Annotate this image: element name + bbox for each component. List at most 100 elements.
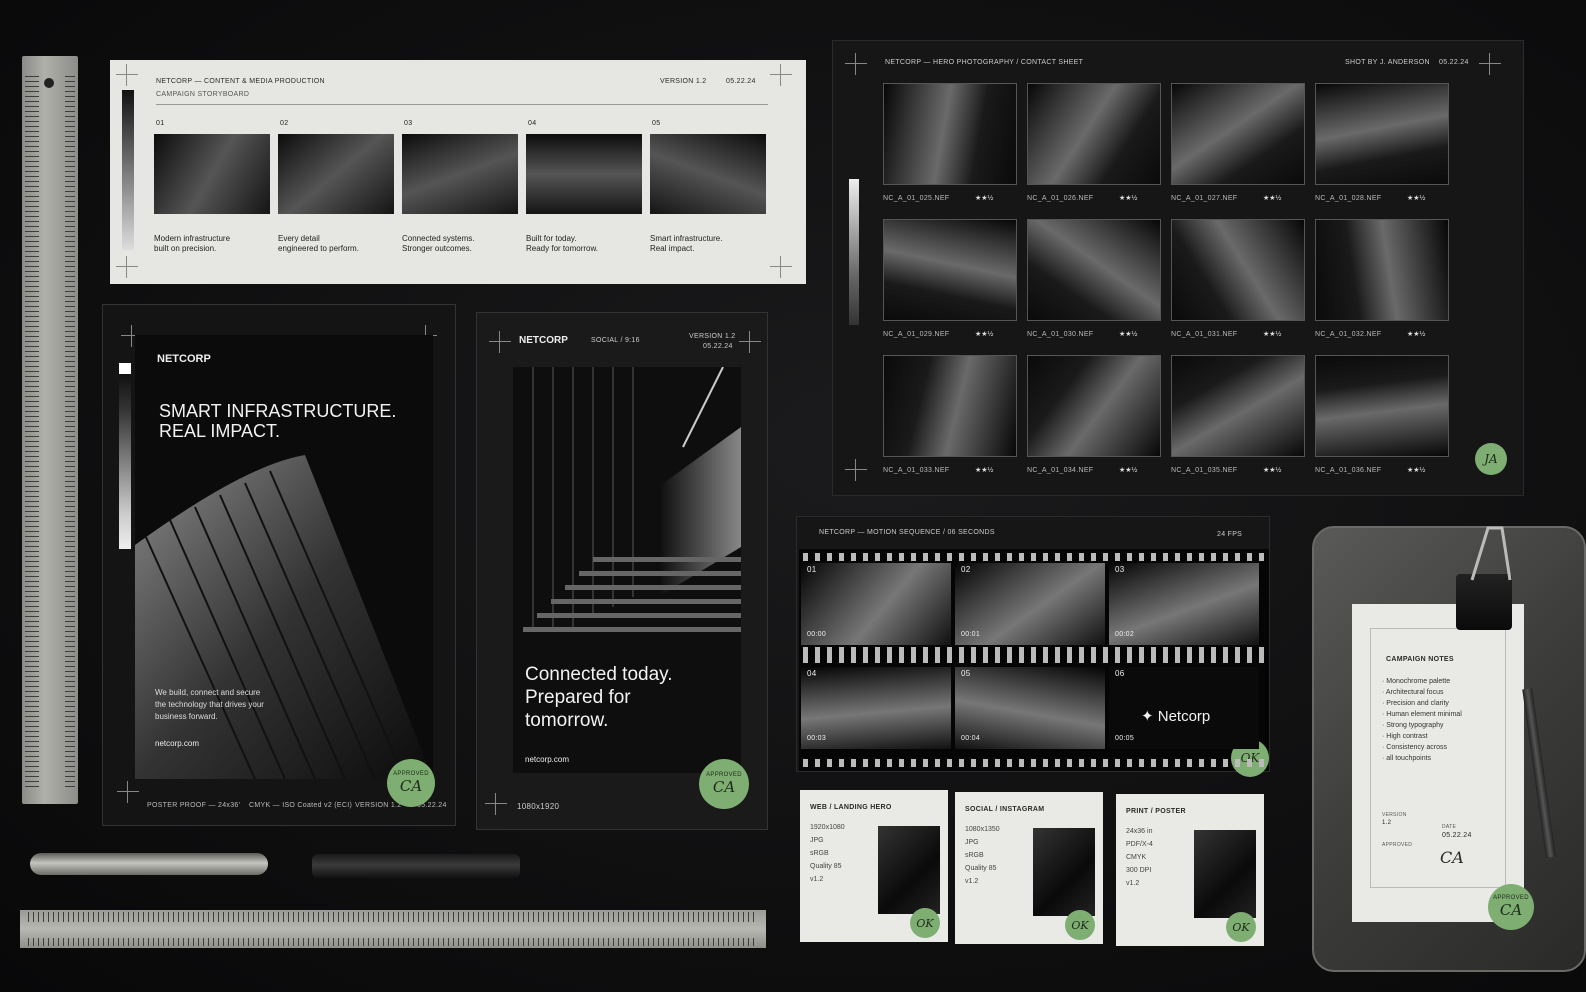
contact-sheet-photo [1027, 219, 1161, 321]
notes-item: · Human element minimal [1382, 711, 1462, 718]
campaign-notes-sheet: CAMPAIGN NOTES · Monochrome palette · Arc… [1352, 604, 1534, 930]
poster-brand: NETCORP [157, 353, 211, 365]
contact-sheet-rating: ★★½ [975, 195, 994, 202]
contact-sheet: NETCORP — HERO PHOTOGRAPHY / CONTACT SHE… [832, 40, 1524, 496]
initials-text: JA [1484, 452, 1498, 466]
notes-version-value: 1.2 [1382, 820, 1392, 826]
film-sprocket-holes [803, 647, 1265, 655]
spec-card-line: CMYK [1126, 854, 1147, 861]
contact-sheet-rating: ★★½ [1119, 467, 1138, 474]
contact-sheet-rating: ★★½ [1119, 331, 1138, 338]
motion-frame-number: 01 [807, 565, 817, 574]
film-sprocket-holes [803, 759, 1265, 767]
storyboard-caption-line1: Modern infrastructure [154, 234, 231, 243]
social-approved-stamp: APPROVED CA [699, 759, 749, 809]
spec-card-line: 1920x1080 [810, 824, 845, 831]
spec-card-line: sRGB [810, 850, 829, 857]
contact-sheet-filename: NC_A_01_027.NEF [1171, 195, 1238, 202]
motion-frame-timecode: 00:02 [1115, 631, 1135, 638]
contact-sheet-photographer: SHOT BY J. ANDERSON [1345, 59, 1430, 66]
motion-logo-text: Netcorp [1157, 708, 1211, 725]
contact-sheet-photo [883, 219, 1017, 321]
social-headline-line1: Connected today. [525, 664, 673, 685]
poster-footer-color: CMYK — ISO Coated v2 (ECI) [249, 802, 353, 809]
horizontal-ruler [20, 910, 766, 948]
notes-item: · Consistency across [1382, 744, 1447, 751]
storyboard-frame-number: 02 [280, 120, 289, 127]
spec-card-line: v1.2 [1126, 880, 1140, 887]
contact-sheet-photo [1315, 83, 1449, 185]
poster-body-line2: the technology that drives your [155, 700, 264, 709]
contact-sheet-filename: NC_A_01_026.NEF [1027, 195, 1094, 202]
contact-sheet-filename: NC_A_01_033.NEF [883, 467, 950, 474]
spec-card-title: WEB / LANDING HERO [810, 804, 892, 811]
storyboard-caption-line1: Connected systems. [402, 234, 475, 243]
vertical-ruler [22, 56, 78, 804]
contact-sheet-filename: NC_A_01_025.NEF [883, 195, 950, 202]
contact-sheet-rating: ★★½ [1263, 195, 1282, 202]
contact-sheet-filename: NC_A_01_036.NEF [1315, 467, 1382, 474]
binder-clip-handle-icon [1470, 526, 1512, 581]
storyboard-grayscale-strip [122, 90, 134, 250]
poster-grayscale-strip [119, 363, 131, 549]
contact-sheet-rating: ★★½ [1407, 467, 1426, 474]
storyboard-caption-line1: Smart infrastructure. [650, 234, 723, 243]
storyboard-caption-line2: Stronger outcomes. [402, 244, 472, 253]
spec-card: PRINT / POSTER 24x36 in PDF/X-4 CMYK 300 DPI… [1116, 794, 1264, 946]
motion-frame-number: 04 [807, 669, 817, 678]
contact-sheet-photo [1171, 219, 1305, 321]
storyboard-frame-image [278, 134, 394, 214]
poster-headline-line1: SMART INFRASTRUCTURE. [159, 401, 397, 421]
spec-card-line: 1080x1350 [965, 826, 1000, 833]
black-marker [312, 854, 520, 878]
social-format: SOCIAL / 9:16 [591, 337, 640, 344]
metal-pen [30, 853, 268, 875]
poster-url: netcorp.com [155, 739, 200, 748]
poster-headline-line2: REAL IMPACT. [159, 421, 281, 441]
storyboard-caption-line1: Built for today. [526, 234, 577, 243]
spec-card-title: PRINT / POSTER [1126, 808, 1186, 815]
motion-frame-number: 06 [1115, 669, 1125, 678]
contact-sheet-filename: NC_A_01_029.NEF [883, 331, 950, 338]
contact-sheet-rating: ★★½ [1119, 195, 1138, 202]
ok-text: OK [1232, 920, 1250, 934]
contact-sheet-date: 05.22.24 [1439, 59, 1469, 66]
storyboard-frame-number: 05 [652, 120, 661, 127]
contact-sheet-rating: ★★½ [975, 331, 994, 338]
contact-sheet-header: NETCORP — HERO PHOTOGRAPHY / CONTACT SHE… [885, 59, 1084, 66]
motion-frame-number: 02 [961, 565, 971, 574]
social-brand: NETCORP [519, 335, 568, 346]
social-proof: NETCORP SOCIAL / 9:16 VERSION 1.2 05.22.… [476, 312, 768, 830]
spec-card-line: 300 DPI [1126, 867, 1152, 874]
contact-sheet-filename: NC_A_01_028.NEF [1315, 195, 1382, 202]
spec-card-line: Quality 85 [965, 865, 997, 872]
poster-body-line1: We build, connect and secure [155, 688, 261, 697]
motion-frame-timecode: 00:01 [961, 631, 981, 638]
spec-card: WEB / LANDING HERO 1920x1080 JPG sRGB Qualit… [800, 790, 948, 942]
notes-item: · Precision and clarity [1382, 700, 1449, 707]
contact-sheet-photo [1315, 355, 1449, 457]
spec-card: SOCIAL / INSTAGRAM 1080x1350 JPG sRGB Qualit… [955, 792, 1103, 944]
storyboard-caption-line1: Every detail [278, 234, 320, 243]
storyboard-frame-number: 01 [156, 120, 165, 127]
storyboard-caption-line2: Ready for tomorrow. [526, 244, 599, 253]
spec-card-title: SOCIAL / INSTAGRAM [965, 806, 1045, 813]
poster-artwork: NETCORP SMART INFRASTRUCTURE. REAL IMPAC… [135, 335, 433, 779]
motion-frame-timecode: 00:00 [807, 631, 827, 638]
ok-text: OK [1071, 918, 1089, 932]
contact-sheet-photo [1315, 219, 1449, 321]
spec-card-ok-stamp: OK [1226, 912, 1256, 942]
contact-sheet-photo [1027, 83, 1161, 185]
notes-item: · High contrast [1382, 733, 1428, 740]
notes-date-value: 05.22.24 [1442, 832, 1472, 839]
storyboard-frame-image [154, 134, 270, 214]
motion-logo: ✦ Netcorp [1141, 707, 1210, 725]
poster-footer-proof: POSTER PROOF — 24x36' [147, 802, 241, 809]
poster-proof: NETCORP SMART INFRASTRUCTURE. REAL IMPAC… [102, 304, 456, 826]
contact-sheet-photo [1171, 83, 1305, 185]
spec-card-ok-stamp: OK [1065, 910, 1095, 940]
notes-version-label: VERSION [1382, 812, 1407, 818]
ok-text: OK [916, 916, 934, 930]
spec-card-thumbnail [878, 826, 940, 914]
spec-card-line: PDF/X-4 [1126, 841, 1153, 848]
